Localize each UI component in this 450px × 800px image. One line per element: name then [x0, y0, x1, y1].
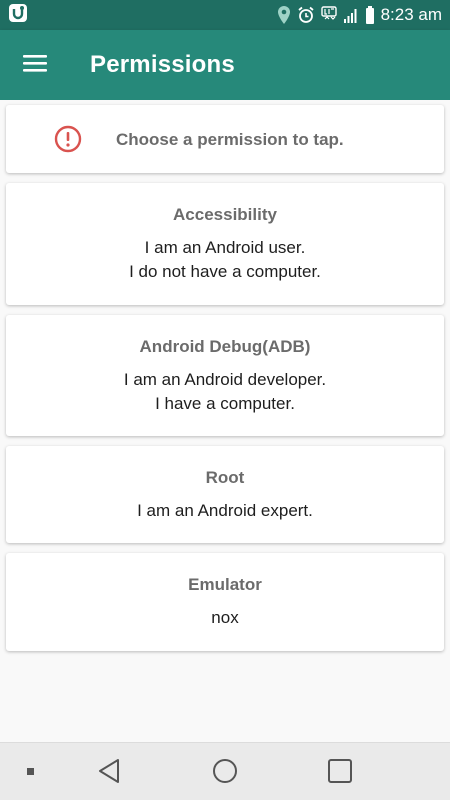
- info-card: Choose a permission to tap.: [6, 105, 444, 173]
- menu-button[interactable]: [0, 30, 70, 100]
- permission-description-line: I have a computer.: [155, 394, 295, 413]
- app-bar: Permissions: [0, 30, 450, 100]
- app-notification-icon: [8, 3, 28, 28]
- permission-title: Emulator: [188, 575, 262, 594]
- permission-card-accessibility[interactable]: Accessibility I am an Android user. I do…: [6, 183, 444, 305]
- permission-description-line: I am an Android expert.: [137, 501, 313, 520]
- permissions-list: Choose a permission to tap. Accessibilit…: [0, 100, 450, 742]
- navigation-bar: [0, 742, 450, 800]
- battery-icon: [365, 5, 375, 25]
- permission-card-emulator[interactable]: Emulator nox: [6, 553, 444, 651]
- location-icon: [277, 5, 291, 25]
- permission-title: Root: [205, 468, 245, 487]
- permission-card-root[interactable]: Root I am an Android expert.: [6, 446, 444, 543]
- permission-title: Accessibility: [173, 205, 277, 224]
- page-title: Permissions: [90, 51, 235, 78]
- home-icon[interactable]: [211, 757, 239, 785]
- info-icon: [54, 125, 82, 158]
- signal-icon: [343, 6, 359, 24]
- lte-icon: [320, 5, 337, 25]
- info-text: Choose a permission to tap.: [116, 130, 344, 149]
- alarm-icon: [297, 6, 315, 24]
- permission-title: Android Debug(ADB): [139, 337, 311, 356]
- recents-icon[interactable]: [327, 757, 353, 785]
- permission-description-line: I do not have a computer.: [129, 262, 321, 281]
- dot-icon[interactable]: [26, 767, 36, 777]
- status-time: 8:23 am: [380, 5, 442, 24]
- permission-card-adb[interactable]: Android Debug(ADB) I am an Android devel…: [6, 315, 444, 436]
- back-icon[interactable]: [96, 757, 122, 785]
- status-right: 8:23 am: [277, 5, 442, 25]
- hamburger-menu-icon: [22, 53, 48, 78]
- permission-description-line: I am an Android user.: [144, 238, 306, 257]
- permission-description-line: nox: [211, 608, 239, 627]
- permission-description-line: I am an Android developer.: [123, 370, 327, 389]
- status-left: [8, 3, 28, 28]
- status-bar: 8:23 am: [0, 0, 450, 30]
